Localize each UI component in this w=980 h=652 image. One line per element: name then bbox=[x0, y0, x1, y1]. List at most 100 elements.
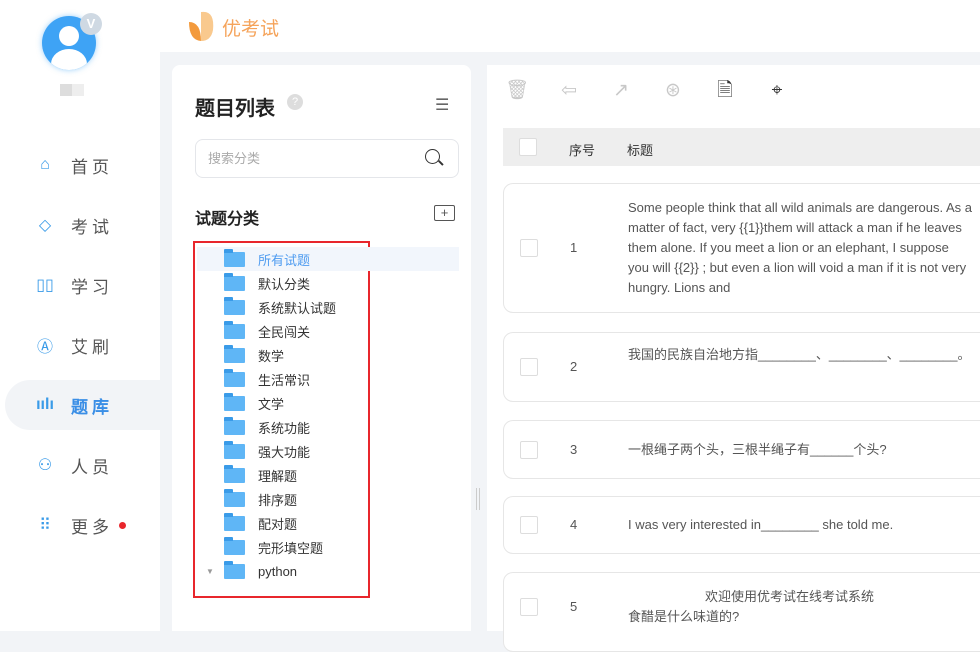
logo-icon bbox=[189, 11, 214, 41]
table-row[interactable]: 1 Some people think that all wild animals… bbox=[503, 183, 980, 313]
category-item[interactable]: 所有试题 bbox=[197, 247, 459, 271]
category-label: 数学 bbox=[258, 348, 285, 364]
category-panel: 题目列表 ? ☰ 搜索分类 试题分类 + 所有试题默认分类系统默认试题 全民闯关数… bbox=[172, 65, 471, 631]
nav-label: 艾刷 bbox=[71, 337, 113, 357]
nav-label: 学习 bbox=[71, 277, 113, 297]
row-title: 我国的民族自治地方指________、________、________。 bbox=[628, 345, 973, 365]
tag-icon[interactable]: ⌖ bbox=[765, 79, 789, 103]
category-item[interactable]: 系统功能 bbox=[197, 415, 459, 439]
folder-icon bbox=[224, 392, 245, 411]
category-search-input[interactable]: 搜索分类 bbox=[195, 139, 459, 178]
nav-item-4[interactable]: ıılı 题库 bbox=[5, 380, 160, 430]
category-item[interactable]: ▼ python bbox=[197, 559, 459, 583]
row-title-text: 一根绳子两个头，三根半绳子有______个头? bbox=[628, 441, 887, 457]
row-index: 1 bbox=[570, 240, 578, 255]
letter-a-icon: Ⓐ bbox=[36, 339, 53, 356]
row-checkbox[interactable] bbox=[520, 440, 538, 459]
category-item[interactable]: 全民闯关 bbox=[197, 319, 459, 343]
help-icon[interactable]: ? bbox=[287, 94, 303, 110]
nav-label: 更多 bbox=[71, 517, 113, 537]
table-row[interactable]: 5 欢迎使用优考试在线考试系统 食醋是什么味道的? bbox=[503, 572, 980, 652]
trash-icon[interactable]: 🗑 bbox=[505, 79, 529, 103]
category-title: 试题分类 bbox=[195, 211, 260, 228]
folder-icon bbox=[224, 464, 245, 483]
nav-item-0[interactable]: ⌂ 首页 bbox=[5, 140, 160, 190]
tag-add-icon[interactable]: ⊛ bbox=[661, 79, 685, 103]
row-checkbox[interactable] bbox=[520, 598, 538, 616]
vip-badge-icon: V bbox=[80, 13, 102, 35]
row-title-text: 欢迎使用优考试在线考试系统 bbox=[705, 589, 875, 604]
row-checkbox[interactable] bbox=[520, 516, 538, 534]
document-search-icon[interactable]: 🗎 bbox=[713, 79, 737, 103]
category-item[interactable]: 文学 bbox=[197, 391, 459, 415]
nav-label: 考试 bbox=[71, 217, 113, 237]
folder-icon bbox=[224, 368, 245, 387]
username-redacted bbox=[60, 84, 84, 96]
folder-icon bbox=[224, 296, 245, 315]
user-icon: ⚇ bbox=[37, 457, 53, 474]
row-index: 4 bbox=[570, 517, 578, 532]
row-title: 一根绳子两个头，三根半绳子有______个头? bbox=[628, 440, 973, 460]
category-item[interactable]: 默认分类 bbox=[197, 271, 459, 295]
row-title: Some people think that all wild animals … bbox=[628, 198, 973, 298]
category-label: 配对题 bbox=[258, 516, 298, 532]
category-label: 强大功能 bbox=[258, 444, 311, 460]
share-icon[interactable]: ↗ bbox=[609, 79, 633, 103]
search-icon[interactable] bbox=[425, 149, 440, 164]
nav-item-1[interactable]: ◇ 考试 bbox=[5, 200, 160, 250]
resize-handle[interactable] bbox=[476, 488, 480, 510]
book-icon: ▯▯ bbox=[36, 277, 54, 294]
table-row[interactable]: 4 I was very interested in________ she to… bbox=[503, 496, 980, 554]
nav-item-5[interactable]: ⚇ 人员 bbox=[5, 440, 160, 490]
add-folder-icon[interactable]: + bbox=[434, 205, 455, 221]
nav-item-2[interactable]: ▯▯ 学习 bbox=[5, 260, 160, 310]
category-item[interactable]: 理解题 bbox=[197, 463, 459, 487]
bar-chart-icon: ıılı bbox=[36, 396, 54, 413]
folder-icon bbox=[224, 440, 245, 459]
nav-label: 人员 bbox=[71, 457, 113, 477]
page-title: 题目列表 bbox=[195, 98, 275, 120]
category-label: python bbox=[258, 563, 298, 579]
row-title-text: Some people think that all wild animals … bbox=[628, 200, 972, 295]
folder-icon bbox=[224, 560, 245, 579]
table-row[interactable]: 2 我国的民族自治地方指________、________、________。 bbox=[503, 332, 980, 402]
sidebar: V ⌂ 首页 ◇ 考试 ▯▯ 学习 Ⓐ 艾刷 ıılı 题库 ⚇ 人员 ⠿ 更多 bbox=[0, 0, 160, 631]
nav-item-3[interactable]: Ⓐ 艾刷 bbox=[5, 320, 160, 370]
folder-icon bbox=[224, 320, 245, 339]
category-item[interactable]: 系统默认试题 bbox=[197, 295, 459, 319]
folder-icon bbox=[224, 272, 245, 291]
folder-move-icon[interactable]: ⇦ bbox=[557, 79, 581, 103]
category-label: 理解题 bbox=[258, 468, 298, 484]
brand-name: 优考试 bbox=[222, 19, 280, 40]
row-title-text: 我国的民族自治地方指________、________、________。 bbox=[628, 347, 971, 362]
nav-label: 首页 bbox=[71, 157, 113, 177]
category-label: 默认分类 bbox=[258, 276, 311, 292]
table-row[interactable]: 3 一根绳子两个头，三根半绳子有______个头? bbox=[503, 420, 980, 479]
category-item[interactable]: 完形填空题 bbox=[197, 535, 459, 559]
row-title-line2: 食醋是什么味道的? bbox=[628, 609, 740, 624]
row-title-text: I was very interested in________ she tol… bbox=[628, 517, 894, 532]
collapse-menu-icon[interactable]: ☰ bbox=[435, 95, 449, 115]
category-item[interactable]: 生活常识 bbox=[197, 367, 459, 391]
nav-item-6[interactable]: ⠿ 更多 bbox=[5, 500, 160, 550]
expand-caret-icon[interactable]: ▼ bbox=[206, 567, 214, 576]
category-item[interactable]: 数学 bbox=[197, 343, 459, 367]
row-index: 3 bbox=[570, 441, 578, 457]
folder-icon bbox=[224, 344, 245, 363]
category-item[interactable]: 配对题 bbox=[197, 511, 459, 535]
nav-label: 题库 bbox=[71, 397, 113, 417]
row-checkbox[interactable] bbox=[520, 358, 538, 376]
row-checkbox[interactable] bbox=[520, 239, 538, 257]
category-label: 完形填空题 bbox=[258, 540, 324, 556]
category-item[interactable]: 强大功能 bbox=[197, 439, 459, 463]
home-icon: ⌂ bbox=[40, 156, 50, 173]
category-label: 系统功能 bbox=[258, 420, 311, 436]
category-item[interactable]: 排序题 bbox=[197, 487, 459, 511]
row-title: I was very interested in________ she tol… bbox=[628, 515, 973, 535]
select-all-checkbox[interactable] bbox=[519, 138, 537, 156]
folder-icon bbox=[224, 488, 245, 507]
category-label: 生活常识 bbox=[258, 372, 311, 388]
folder-icon bbox=[224, 248, 245, 267]
category-label: 所有试题 bbox=[258, 252, 311, 268]
row-title: 欢迎使用优考试在线考试系统食醋是什么味道的? bbox=[628, 587, 973, 627]
